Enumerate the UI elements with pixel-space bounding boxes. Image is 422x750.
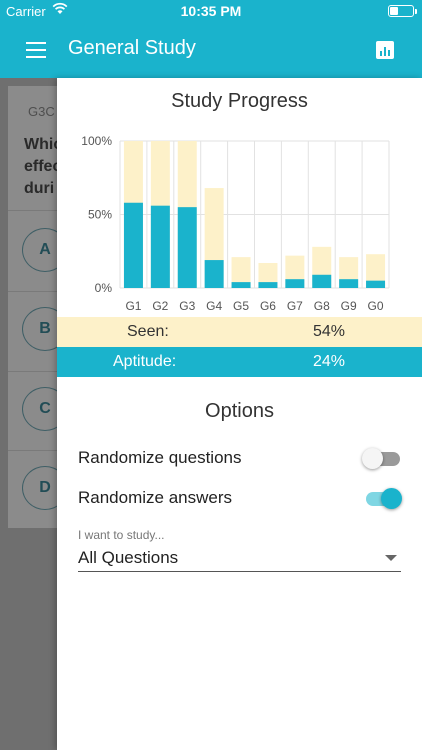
study-select-label: I want to study... — [78, 528, 165, 542]
aptitude-label: Aptitude: — [113, 353, 177, 370]
seen-row: Seen: 54% — [57, 317, 422, 347]
x-tick-label: G4 — [206, 299, 222, 313]
y-tick-label: 0% — [95, 281, 113, 295]
x-tick-label: G1 — [125, 299, 141, 313]
x-tick-label: G2 — [152, 299, 168, 313]
aptitude-row: Aptitude: 24% — [57, 347, 422, 377]
bar-aptitude — [231, 282, 251, 288]
battery-icon — [388, 5, 417, 17]
y-tick-label: 50% — [88, 208, 112, 222]
question-id: G3C — [28, 104, 55, 119]
x-tick-label: G5 — [233, 299, 249, 313]
status-bar: Carrier 10:35 PM — [0, 0, 422, 22]
aptitude-value: 24% — [313, 353, 346, 370]
bar-aptitude — [123, 202, 143, 288]
toggle-knob — [381, 488, 402, 509]
stats-icon[interactable] — [376, 41, 394, 59]
x-tick-label: G7 — [287, 299, 303, 313]
randomize-answers-label: Randomize answers — [78, 488, 233, 507]
randomize-answers-toggle[interactable] — [362, 487, 402, 509]
app-bar: General Study — [0, 22, 422, 78]
x-tick-label: G3 — [179, 299, 195, 313]
toggle-knob — [362, 448, 383, 469]
options-title: Options — [205, 400, 274, 422]
bar-aptitude — [258, 282, 278, 288]
study-select[interactable]: All Questions — [78, 544, 401, 572]
bar-aptitude — [285, 279, 305, 288]
bar-aptitude — [366, 280, 386, 288]
randomize-questions-label: Randomize questions — [78, 448, 242, 467]
study-select-value: All Questions — [78, 548, 179, 567]
study-progress-title: Study Progress — [171, 90, 308, 112]
x-tick-label: G9 — [341, 299, 357, 313]
options-drawer: Study Progress 0% 50% 100% G1 G2 G3 G4 G5 G6 G7 G8… — [57, 78, 422, 750]
y-tick-label: 100% — [81, 134, 112, 148]
bar-aptitude — [204, 260, 224, 288]
bar-aptitude — [339, 279, 359, 288]
x-tick-label: G6 — [260, 299, 276, 313]
bar-aptitude — [150, 205, 170, 288]
bar-aptitude — [177, 207, 197, 288]
x-tick-label: G0 — [368, 299, 384, 313]
bar-aptitude — [312, 274, 332, 288]
seen-value: 54% — [313, 323, 346, 340]
menu-icon[interactable] — [26, 42, 46, 58]
x-tick-label: G8 — [314, 299, 330, 313]
seen-label: Seen: — [127, 323, 169, 340]
chevron-down-icon — [385, 555, 397, 561]
chart-svg: 0% 50% 100% G1 G2 G3 G4 G5 G6 G7 G8 G9 G0 — [81, 134, 390, 313]
app-title: General Study — [68, 37, 196, 59]
status-time: 10:35 PM — [180, 3, 242, 19]
randomize-questions-toggle[interactable] — [362, 447, 402, 469]
